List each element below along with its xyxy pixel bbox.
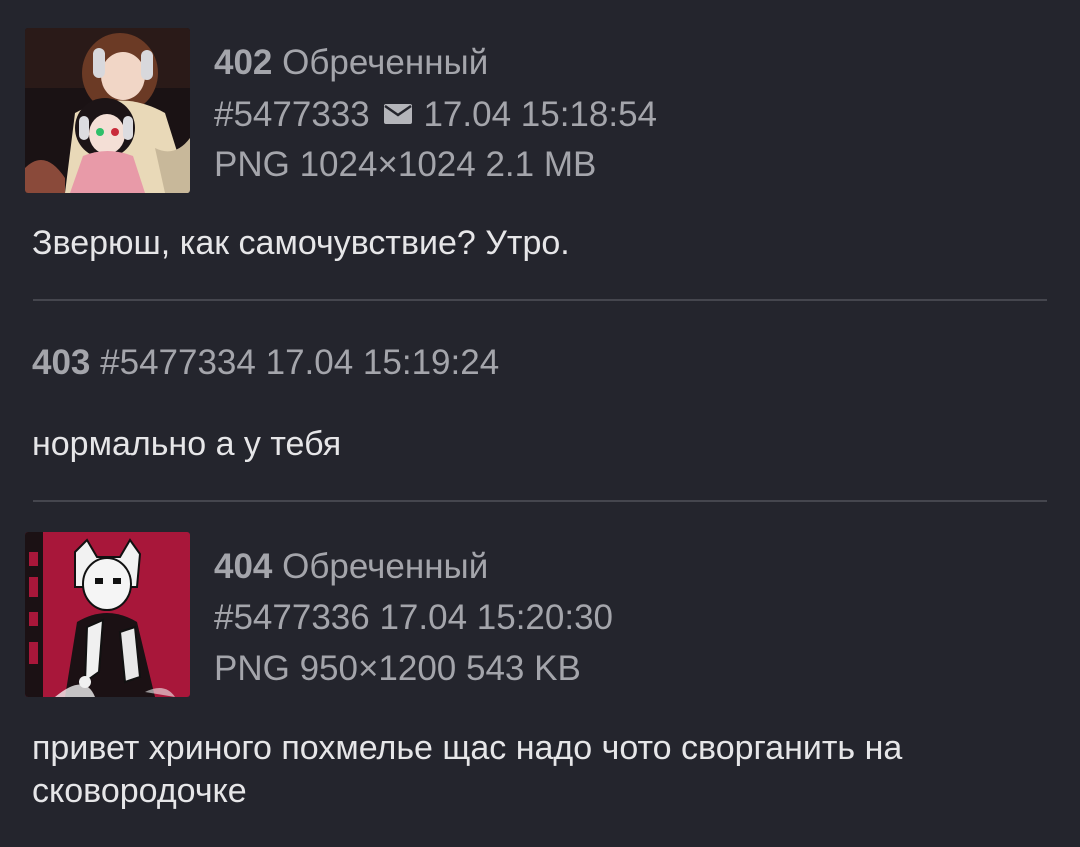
- email-icon[interactable]: [383, 88, 413, 139]
- post-text: нормально а у тебя: [32, 425, 342, 463]
- post-number[interactable]: 403: [32, 343, 90, 382]
- anime-image-icon: [25, 532, 190, 697]
- post-text: привет хриного похмелье щас надо чото св…: [32, 729, 903, 810]
- post-id[interactable]: #5477336: [214, 598, 370, 637]
- post-text: Зверюш, как самочувствие? Утро.: [32, 224, 570, 262]
- post-meta: 404 Обреченный #5477336 17.04 15:20:30 P…: [214, 541, 613, 694]
- post-divider: [33, 500, 1047, 502]
- poster-name: Обреченный: [282, 43, 489, 82]
- post-meta: 402 Обреченный #5477333 17.04 15:18:54 P…: [214, 37, 657, 190]
- post-date: 17.04 15:18:54: [423, 94, 658, 134]
- anime-image-icon: [25, 28, 190, 193]
- post-number[interactable]: 404: [214, 547, 272, 586]
- post-date: 17.04 15:20:30: [379, 598, 614, 637]
- post-date: 17.04 15:19:24: [265, 343, 500, 382]
- post-divider: [33, 299, 1047, 301]
- post-image-thumbnail[interactable]: [25, 28, 190, 193]
- post-id[interactable]: #5477334: [100, 343, 256, 382]
- file-info[interactable]: PNG 1024×1024 2.1 MB: [214, 145, 596, 184]
- post-id[interactable]: #5477333: [214, 95, 370, 134]
- post-image-thumbnail[interactable]: [25, 532, 190, 697]
- poster-name: Обреченный: [282, 547, 489, 586]
- post-number[interactable]: 402: [214, 43, 272, 82]
- file-info[interactable]: PNG 950×1200 543 KB: [214, 649, 581, 688]
- post-meta: 403 #5477334 17.04 15:19:24: [32, 343, 499, 383]
